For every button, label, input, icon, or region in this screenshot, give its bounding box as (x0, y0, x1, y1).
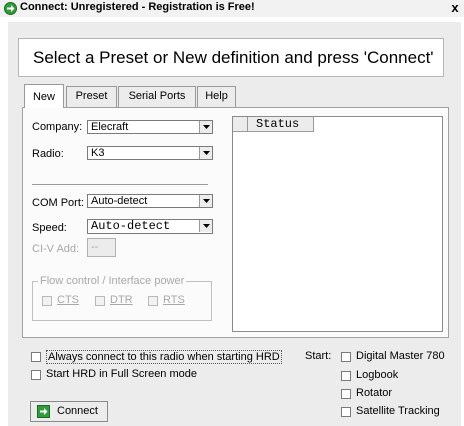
full-screen-checkbox[interactable] (31, 370, 41, 380)
chevron-down-icon[interactable] (199, 220, 212, 232)
always-connect-checkbox[interactable] (31, 352, 41, 362)
dtr-label: DTR (110, 294, 133, 306)
satellite-tracking-checkbox[interactable] (341, 407, 351, 417)
digital-master-label[interactable]: Digital Master 780 (356, 350, 445, 362)
instruction-banner: Select a Preset or New definition and pr… (18, 38, 444, 77)
tab-preset[interactable]: Preset (66, 86, 117, 107)
title-bar: Connect: Unregistered - Registration is … (0, 0, 464, 17)
cts-label: CTS (57, 294, 79, 306)
cts-checkbox (42, 296, 52, 306)
start-label: Start: (305, 350, 332, 362)
app-arrow-icon (4, 2, 17, 15)
dtr-checkbox (95, 296, 105, 306)
connect-button[interactable]: Connect (30, 401, 108, 422)
green-arrow-icon (37, 405, 50, 418)
chevron-down-icon[interactable] (199, 121, 212, 133)
company-select[interactable]: Elecraft (87, 120, 213, 134)
company-value: Elecraft (91, 121, 129, 133)
separator (32, 184, 208, 185)
rotator-checkbox[interactable] (341, 389, 351, 399)
speed-select[interactable]: Auto-detect (87, 219, 213, 234)
instruction-text: Select a Preset or New definition and pr… (33, 48, 434, 67)
full-screen-label[interactable]: Start HRD in Full Screen mode (46, 368, 197, 380)
chevron-down-icon[interactable] (199, 147, 212, 159)
tab-new[interactable]: New (24, 84, 64, 108)
rotator-label[interactable]: Rotator (356, 387, 392, 399)
radio-select[interactable]: K3 (87, 146, 213, 160)
company-label: Company: (32, 121, 83, 133)
close-button[interactable]: x (447, 0, 463, 16)
flow-control-label: Flow control / Interface power (38, 275, 187, 287)
speed-label: Speed: (32, 222, 67, 234)
civ-address-label: CI-V Add: (32, 243, 80, 255)
digital-master-checkbox[interactable] (341, 352, 351, 362)
radio-value: K3 (91, 147, 105, 159)
logbook-checkbox[interactable] (341, 371, 351, 381)
com-port-value: Auto-detect (91, 195, 148, 207)
status-column-header[interactable]: Status (248, 117, 314, 132)
always-connect-label[interactable]: Always connect to this radio when starti… (46, 350, 282, 364)
status-list[interactable]: Status (232, 116, 443, 332)
rts-checkbox (148, 296, 158, 306)
civ-address-input: -- (87, 238, 116, 257)
chevron-down-icon[interactable] (199, 195, 212, 207)
satellite-tracking-label[interactable]: Satellite Tracking (356, 405, 440, 417)
com-port-label: COM Port: (32, 197, 84, 209)
tab-help[interactable]: Help (197, 86, 236, 107)
tab-serial-ports[interactable]: Serial Ports (118, 86, 196, 107)
status-column-blank (233, 117, 248, 132)
speed-value: Auto-detect (91, 219, 171, 233)
com-port-select[interactable]: Auto-detect (87, 194, 213, 208)
connect-label: Connect (57, 405, 98, 417)
rts-label: RTS (163, 294, 185, 306)
radio-label: Radio: (32, 148, 64, 160)
window-title: Connect: Unregistered - Registration is … (20, 1, 255, 13)
logbook-label[interactable]: Logbook (356, 369, 398, 381)
